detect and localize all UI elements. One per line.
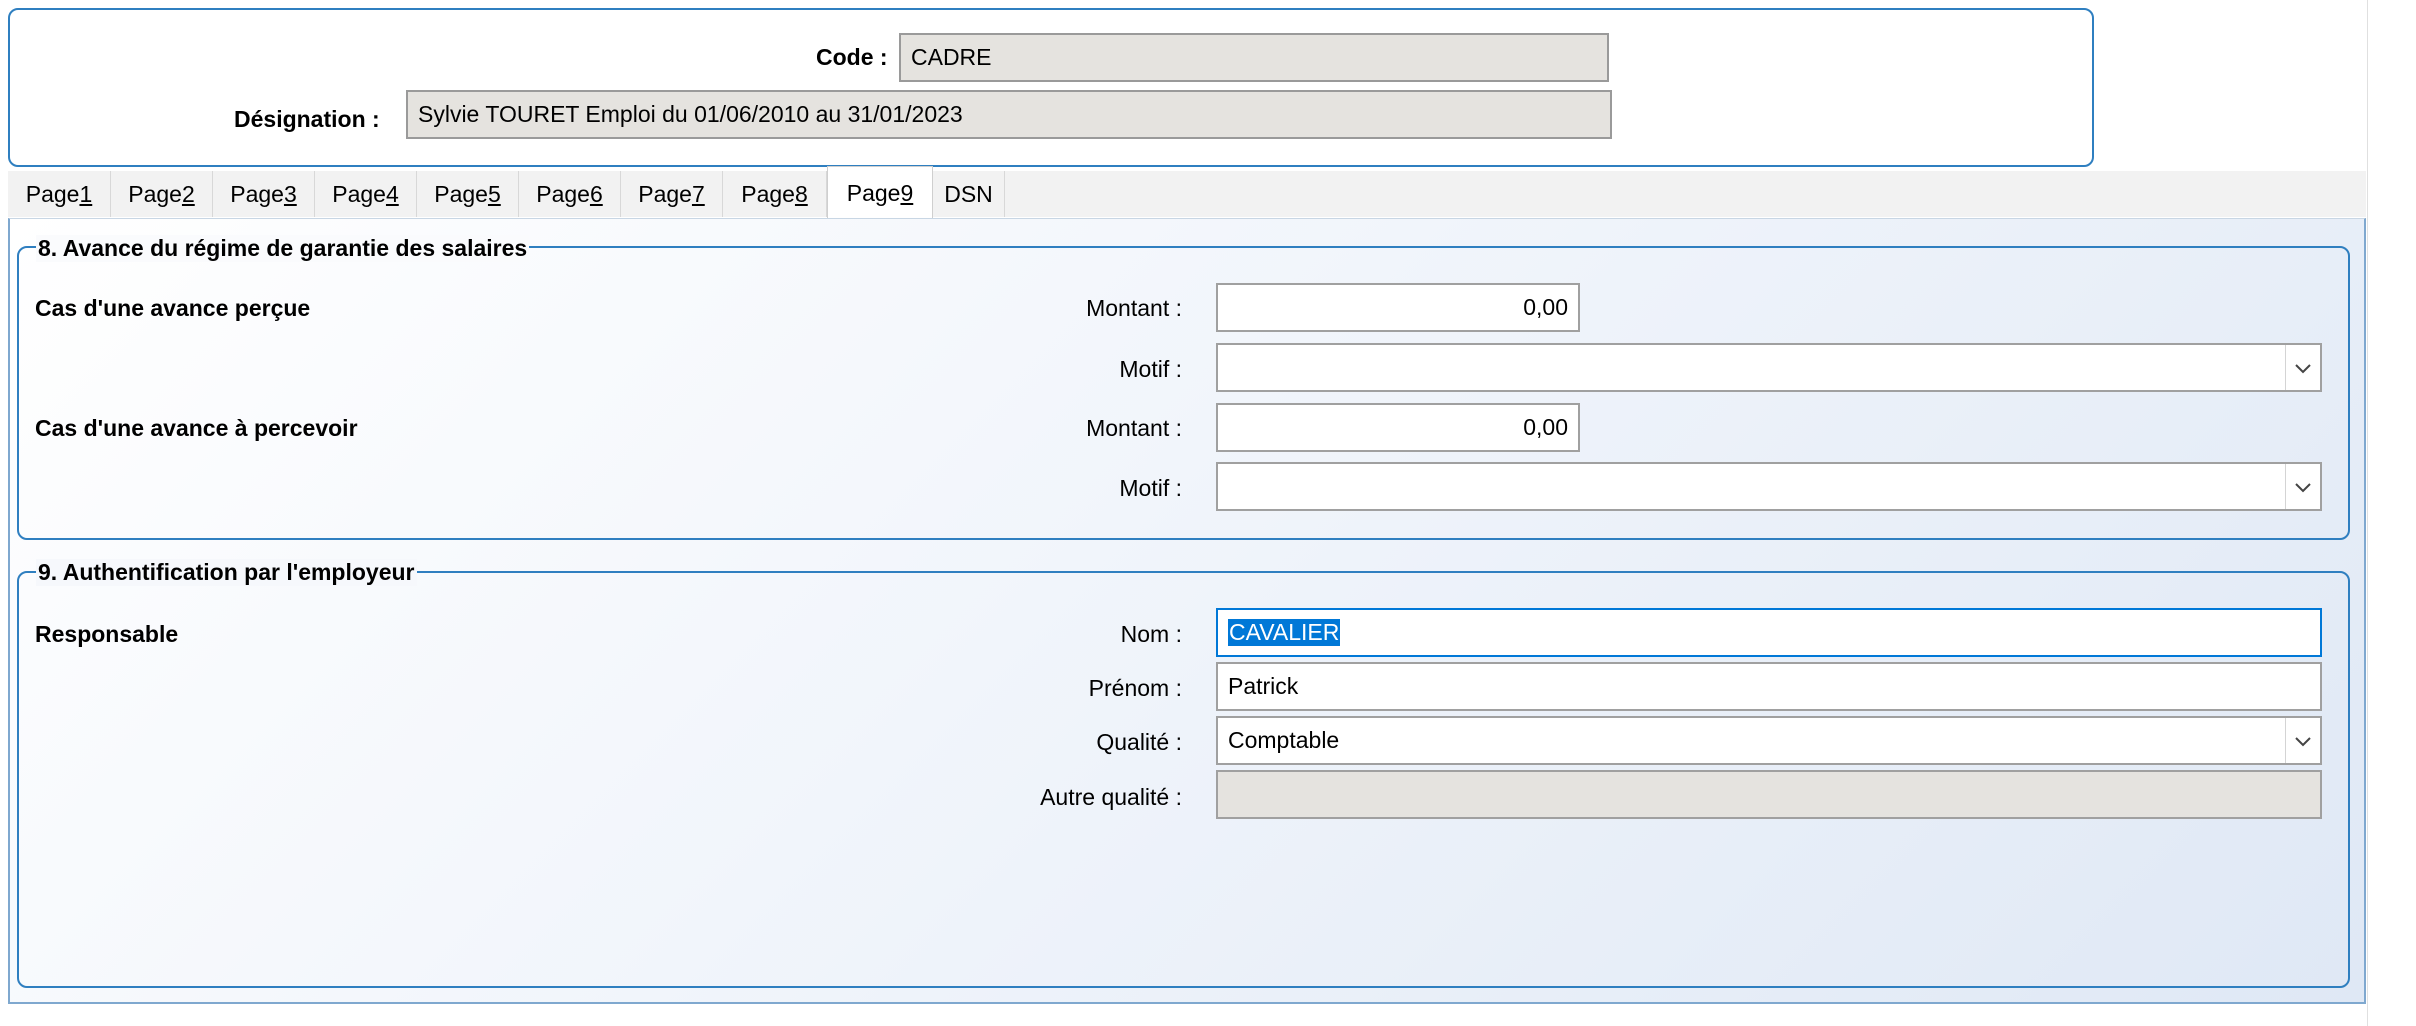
code-label: Code : [816,44,888,70]
nom-value: CAVALIER [1228,619,1341,646]
avance-percue-label: Cas d'une avance perçue [35,295,311,321]
tab-content: 8. Avance du régime de garantie des sala… [8,218,2366,1004]
nom-label: Nom : [1120,621,1182,647]
responsable-label: Responsable [35,621,179,647]
designation-label: Désignation : [234,106,380,132]
designation-field[interactable]: Sylvie TOURET Emploi du 01/06/2010 au 31… [406,90,1612,139]
motif-percue-select[interactable] [1216,343,2322,392]
chevron-down-icon[interactable] [2285,718,2320,763]
qualite-value: Comptable [1228,727,1340,753]
qualite-label: Qualité : [1096,729,1182,755]
tab-page-5[interactable]: Page 5 [417,171,519,217]
tab-page-3[interactable]: Page 3 [213,171,315,217]
montant-percevoir-input[interactable]: 0,00 [1216,403,1580,452]
tab-page-1[interactable]: Page 1 [8,171,111,217]
tab-strip: Page 1 Page 2 Page 3 Page 4 Page 5 Page … [8,166,2366,220]
montant-percue-label: Montant : [1086,295,1182,321]
motif-percevoir-label: Motif : [1119,475,1182,501]
vertical-scrollbar[interactable] [2367,0,2416,1026]
autre-qualite-input[interactable] [1216,770,2322,819]
tab-page-4[interactable]: Page 4 [315,171,417,217]
section-9-title: 9. Authentification par l'employeur [36,559,417,586]
autre-qualite-label: Autre qualité : [1040,784,1182,810]
tab-page-8[interactable]: Page 8 [723,171,827,217]
chevron-down-icon[interactable] [2285,464,2320,509]
section-8-title: 8. Avance du régime de garantie des sala… [36,235,530,262]
avance-percevoir-label: Cas d'une avance à percevoir [35,415,358,441]
tab-dsn[interactable]: DSN [933,171,1005,217]
prenom-input[interactable]: Patrick [1216,662,2322,711]
motif-percue-label: Motif : [1119,356,1182,382]
qualite-select[interactable]: Comptable [1216,716,2322,765]
tab-page-6[interactable]: Page 6 [519,171,621,217]
header-panel: Code : CADRE Désignation : Sylvie TOURET… [8,8,2094,167]
motif-percevoir-select[interactable] [1216,462,2322,511]
montant-percevoir-label: Montant : [1086,415,1182,441]
chevron-down-icon[interactable] [2285,345,2320,390]
montant-percue-input[interactable]: 0,00 [1216,283,1580,332]
code-field[interactable]: CADRE [899,33,1609,82]
tab-page-2[interactable]: Page 2 [111,171,213,217]
prenom-label: Prénom : [1088,675,1182,701]
nom-input[interactable]: CAVALIER [1216,608,2322,657]
tab-page-9[interactable]: Page 9 [827,166,933,220]
tab-page-7[interactable]: Page 7 [621,171,723,217]
